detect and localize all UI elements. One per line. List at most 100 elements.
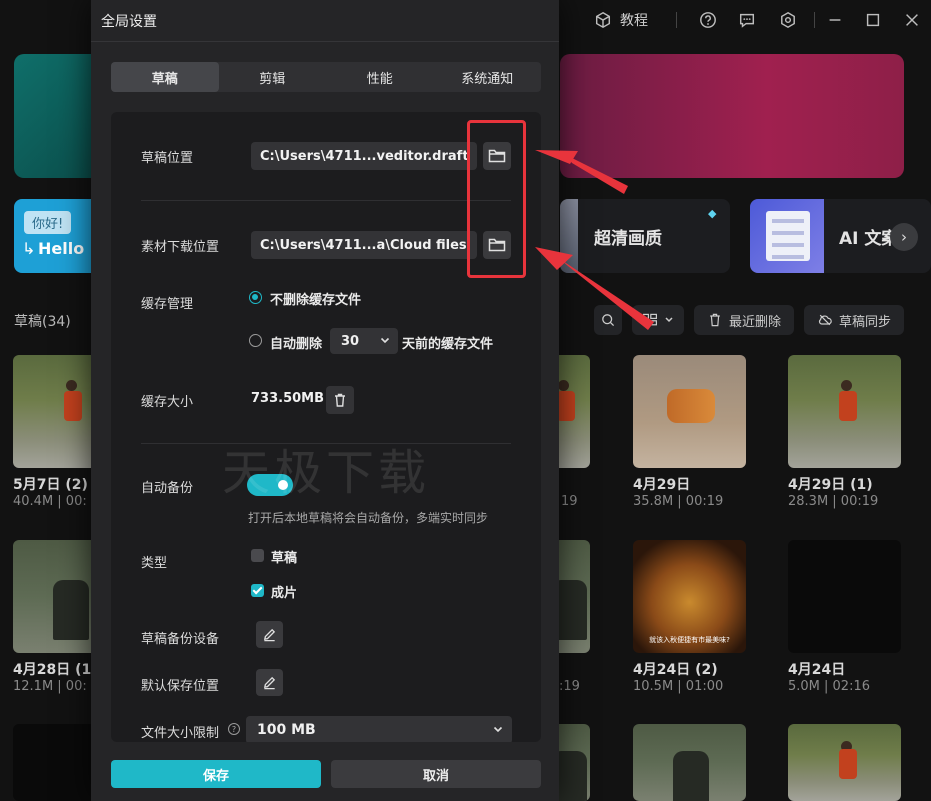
clear-cache-button[interactable] (326, 386, 354, 414)
feedback-icon (739, 13, 755, 28)
banner-right[interactable] (560, 54, 904, 178)
download-location-label: 素材下载位置 (141, 240, 220, 255)
search-drafts-button[interactable] (594, 305, 622, 335)
cache-size-value: 733.50MB (251, 391, 325, 406)
recent-delete-label: 最近删除 (728, 314, 781, 330)
draft-card-title: 4月24日 (2) (633, 662, 718, 678)
cache-size-label: 缓存大小 (141, 395, 194, 410)
trash-icon (710, 313, 720, 327)
trash-icon (335, 393, 345, 407)
draft-card-meta: :19 (559, 679, 580, 694)
feature-bubble-text: 你好! (24, 211, 72, 234)
grid-view-icon (643, 313, 657, 326)
thumbnail-caption: 就该入秋便捷有市最美味? (649, 636, 730, 644)
default-save-label: 默认保存位置 (141, 679, 220, 694)
draft-card-title: 4月28日 (1 (13, 662, 92, 678)
topbar-divider (814, 12, 815, 28)
edit-default-save-button[interactable] (256, 669, 283, 696)
draft-card-title: 5月7日 (2) (13, 477, 88, 493)
film-type-checkbox[interactable] (251, 584, 264, 597)
maximize-icon (866, 13, 880, 27)
edit-pencil-icon (263, 628, 276, 642)
feature-hd-thumbnail (560, 199, 578, 273)
minimize-button[interactable] (826, 9, 844, 31)
global-settings-dialog: 全局设置 草稿 剪辑 性能 系统通知 草稿位置 C:\Users\4711...… (91, 0, 559, 801)
folder-icon (488, 238, 506, 252)
cancel-button[interactable]: 取消 (331, 760, 541, 788)
draft-sync-button[interactable]: 草稿同步 (804, 305, 904, 335)
draft-card-title: 4月29日 (1) (788, 477, 873, 493)
draft-thumbnail[interactable] (788, 540, 901, 653)
keep-cache-label: 不删除缓存文件 (270, 293, 362, 308)
draft-thumbnail[interactable] (633, 355, 746, 468)
draft-thumbnail[interactable] (788, 724, 901, 801)
chevron-right-icon: › (901, 228, 907, 246)
draft-card-title: 4月29日 (633, 477, 691, 493)
tutorial-button[interactable]: 教程 (594, 9, 648, 31)
draft-card-meta: 19 (561, 494, 578, 509)
tab-editing[interactable]: 剪辑 (219, 62, 327, 92)
cloud-sync-icon (818, 314, 832, 326)
tab-performance[interactable]: 性能 (326, 62, 434, 92)
film-type-label: 成片 (271, 586, 298, 601)
tab-drafts[interactable]: 草稿 (111, 62, 219, 92)
draft-thumbnail[interactable]: 就该入秋便捷有市最美味? (633, 540, 746, 653)
draft-location-label: 草稿位置 (141, 151, 194, 166)
radio-keep-cache[interactable] (249, 291, 262, 304)
draft-card-meta: 10.5M | 01:00 (633, 679, 724, 694)
tab-notifications[interactable]: 系统通知 (434, 62, 542, 92)
topbar-divider (676, 12, 677, 28)
tutorial-label: 教程 (620, 13, 648, 29)
feature-hd-label: 超清画质 (594, 228, 662, 249)
edit-backup-device-button[interactable] (256, 621, 283, 648)
dialog-title: 全局设置 (101, 14, 157, 30)
settings-panel[interactable]: 草稿位置 C:\Users\4711...veditor.draft 素材下载位… (111, 112, 541, 742)
close-button[interactable] (903, 9, 921, 31)
draft-card-meta: 35.8M | 00:19 (633, 494, 724, 509)
maximize-button[interactable] (864, 9, 882, 31)
download-location-path[interactable]: C:\Users\4711...a\Cloud files (251, 231, 477, 259)
draft-card-meta: 5.0M | 02:16 (788, 679, 870, 694)
vip-diamond-icon: ◆ (708, 207, 717, 220)
backup-device-label: 草稿备份设备 (141, 632, 220, 647)
feedback-button[interactable] (738, 9, 756, 31)
cache-days-suffix: 天前的缓存文件 (402, 337, 494, 352)
chevron-down-icon (380, 337, 390, 344)
section-divider (141, 200, 511, 201)
feature-ai-thumbnail (750, 199, 824, 273)
draft-location-path[interactable]: C:\Users\4711...veditor.draft (251, 142, 477, 170)
auto-delete-label: 自动删除 (270, 337, 323, 352)
help-icon (700, 12, 716, 28)
watermark-text: 天极下载 (222, 445, 431, 501)
draft-card-meta: 40.4M | 00: (13, 494, 87, 509)
help-button[interactable] (699, 9, 717, 31)
auto-backup-hint: 打开后本地草稿将会自动备份，多端实时同步 (248, 511, 489, 525)
close-icon (906, 14, 918, 26)
recent-delete-button[interactable]: 最近删除 (694, 305, 794, 335)
draft-type-checkbox[interactable] (251, 549, 264, 562)
draft-thumbnail[interactable] (633, 724, 746, 801)
chevron-down-icon (665, 317, 673, 323)
draft-card-meta: 12.1M | 00: (13, 679, 87, 694)
feature-card-hd[interactable]: 超清画质 (560, 199, 730, 273)
cache-days-select[interactable]: 30 (330, 328, 398, 354)
settings-button[interactable] (779, 9, 797, 31)
radio-auto-delete[interactable] (249, 334, 262, 347)
feature-hello-text: Hello (38, 239, 85, 258)
file-size-limit-select[interactable]: 100 MB (246, 716, 512, 742)
settings-tabs: 草稿 剪辑 性能 系统通知 (111, 62, 541, 92)
backup-type-label: 类型 (141, 556, 168, 571)
next-feature-button[interactable]: › (890, 223, 918, 251)
view-mode-button[interactable] (632, 305, 684, 335)
auto-backup-label: 自动备份 (141, 481, 194, 496)
file-size-limit-label: 文件大小限制 (141, 726, 220, 741)
file-size-limit-value: 100 MB (257, 722, 316, 738)
draft-card-title: 4月24日 (788, 662, 846, 678)
help-icon[interactable]: ? (228, 723, 240, 735)
draft-location-browse-button[interactable] (483, 142, 511, 170)
save-button[interactable]: 保存 (111, 760, 321, 788)
settings-icon (781, 11, 795, 29)
draft-thumbnail[interactable] (788, 355, 901, 468)
drafts-title: 草稿(34) (14, 314, 71, 330)
download-location-browse-button[interactable] (483, 231, 511, 259)
